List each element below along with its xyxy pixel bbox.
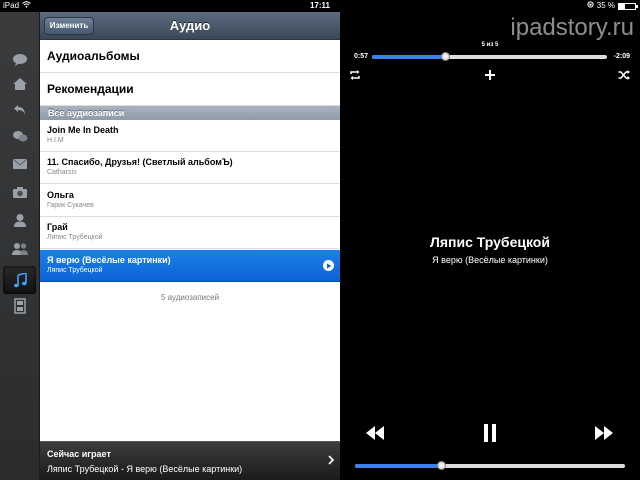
progress-knob[interactable] (440, 52, 450, 61)
remaining-time: -2:09 (613, 53, 630, 60)
chat-bubble-icon (11, 52, 29, 68)
player-panel: ipadstory.ru 5 из 5 0:57 -2:09 Ляпис Тру… (340, 12, 640, 480)
track-position: 5 из 5 (481, 42, 499, 48)
song-title: Грай (47, 222, 68, 232)
song-row[interactable]: 11. Спасибо, Друзья! (Светлый альбомЪ) C… (40, 152, 340, 184)
conversations-icon (11, 129, 29, 145)
person-icon (11, 212, 29, 228)
home-icon (11, 76, 29, 92)
song-count: 5 аудиозаписей (160, 293, 220, 302)
shuffle-icon[interactable] (617, 68, 631, 82)
page-title: Аудио (169, 18, 211, 33)
repeat-icon[interactable] (348, 68, 362, 82)
next-track-icon[interactable] (593, 422, 615, 444)
music-note-icon (11, 272, 29, 288)
pause-icon[interactable] (479, 422, 501, 444)
elapsed-time: 0:57 (354, 53, 369, 60)
sidebar-item-photos[interactable] (3, 178, 36, 206)
audio-panel: Изменить Аудио Аудиоальбомы Рекомендации… (40, 12, 340, 480)
status-bar: iPad 17:11 35 % (0, 0, 640, 12)
progress-fill (372, 55, 445, 59)
now-playing-artist: Ляпис Трубецкой (430, 234, 550, 250)
battery-percent: 35 % (596, 1, 615, 10)
now-playing-label: Сейчас играет (47, 449, 111, 459)
now-playing-bar[interactable]: Сейчас играет Ляпис Трубецкой - Я верю (… (40, 441, 340, 480)
sidebar-item-back[interactable] (3, 96, 36, 124)
sidebar-item-video[interactable] (3, 292, 36, 320)
sidebar-item-mail[interactable] (3, 150, 36, 178)
song-artist: Ляпис Трубецкой (47, 234, 103, 241)
song-row-playing[interactable]: Я верю (Весёлые картинки) Ляпис Трубецко… (40, 250, 340, 282)
battery-icon (618, 2, 638, 10)
sidebar-item-conversations[interactable] (3, 123, 36, 151)
song-artist: Гарик Сукачев (47, 202, 94, 209)
now-playing-icon (323, 260, 334, 271)
lock-rotation-icon (587, 0, 594, 12)
navigation-bar: Изменить Аудио (40, 12, 340, 40)
friends-icon (11, 240, 29, 256)
song-title: Ольга (47, 190, 74, 200)
volume-fill (355, 464, 442, 468)
sidebar-item-profile[interactable] (3, 206, 36, 234)
back-arrow-icon (11, 102, 29, 118)
song-row[interactable]: Грай Ляпис Трубецкой (40, 217, 340, 249)
sidebar-item-audio[interactable] (3, 266, 36, 294)
app-sidebar (0, 12, 40, 480)
sidebar-item-friends[interactable] (3, 234, 36, 262)
now-playing-song: Я верю (Весёлые картинки) (432, 255, 548, 265)
clock: 17:11 (309, 1, 331, 10)
song-artist: Catharsis (47, 169, 77, 176)
sidebar-item-home[interactable] (3, 70, 36, 98)
song-artist: Ляпис Трубецкой (47, 267, 103, 274)
menu-item-recommendations[interactable]: Рекомендации (40, 73, 340, 106)
song-row[interactable]: Ольга Гарик Сукачев (40, 185, 340, 217)
add-icon[interactable] (483, 68, 497, 82)
song-title: Join Me In Death (47, 125, 119, 135)
volume-knob[interactable] (437, 461, 447, 470)
mail-icon (11, 156, 29, 172)
song-title: Я верю (Весёлые картинки) (47, 255, 171, 265)
progress-scrubber[interactable] (372, 52, 607, 61)
volume-slider[interactable] (355, 461, 625, 470)
watermark: ipadstory.ru (510, 14, 634, 41)
section-header: Все аудиозаписи (40, 106, 340, 120)
song-title: 11. Спасибо, Друзья! (Светлый альбомЪ) (47, 157, 233, 167)
previous-track-icon[interactable] (364, 422, 386, 444)
now-playing-track: Ляпис Трубецкой - Я верю (Весёлые картин… (47, 464, 243, 474)
menu-item-albums[interactable]: Аудиоальбомы (40, 40, 340, 73)
camera-icon (11, 184, 29, 200)
chevron-right-icon (328, 455, 335, 468)
song-artist: H.I.M (47, 137, 64, 144)
film-icon (11, 298, 29, 314)
song-row[interactable]: Join Me In Death H.I.M (40, 120, 340, 152)
